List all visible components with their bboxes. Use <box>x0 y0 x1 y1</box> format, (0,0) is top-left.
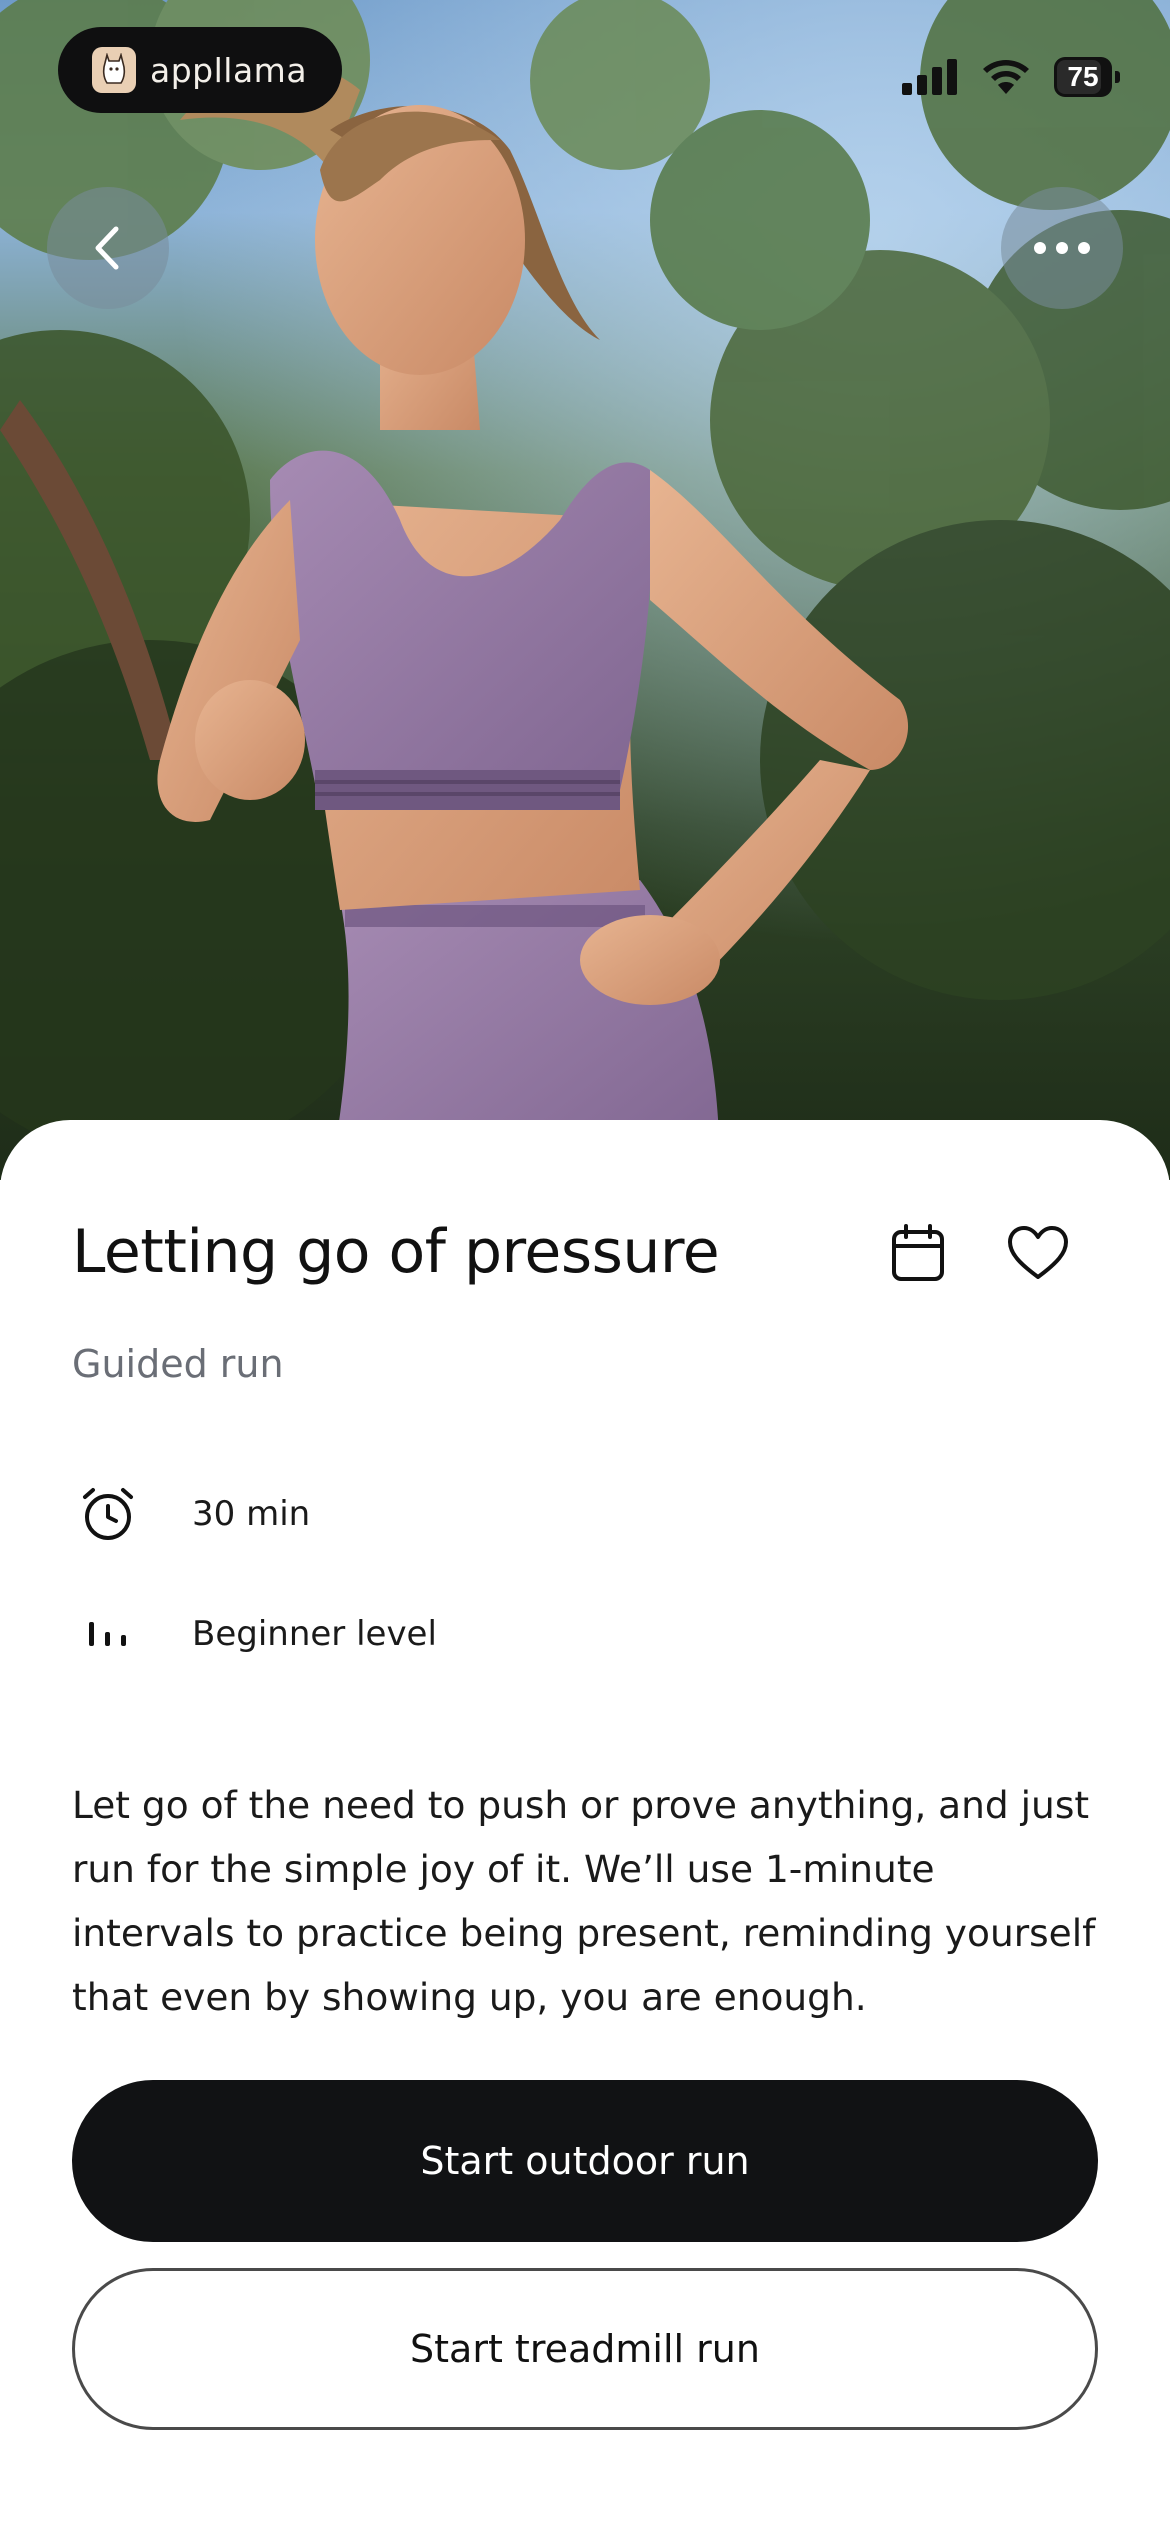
alarm-clock-icon <box>72 1478 144 1550</box>
schedule-button[interactable] <box>878 1213 958 1293</box>
level-row: Beginner level <box>72 1598 437 1670</box>
hero-image <box>0 0 1170 1180</box>
battery-cap <box>1115 71 1120 83</box>
app-indicator-pill: appllama <box>58 27 342 113</box>
battery-icon: 75 <box>1054 57 1120 97</box>
level-bars-icon <box>72 1598 144 1670</box>
workout-detail-screen: appllama 75 Letting go of pressure Guide… <box>0 0 1170 2532</box>
hero-illustration <box>0 0 1170 1180</box>
workout-description: Let go of the need to push or prove anyt… <box>72 1783 1096 2019</box>
workout-type: Guided run <box>72 1342 284 1386</box>
start-treadmill-run-button[interactable]: Start treadmill run <box>72 2268 1098 2430</box>
chevron-left-icon <box>95 226 119 270</box>
cellular-signal-icon <box>902 59 957 95</box>
workout-details-sheet: Letting go of pressure Guided run 30 min… <box>0 1120 1170 2532</box>
level-label: Beginner level <box>192 1614 437 1654</box>
more-options-button[interactable] <box>1001 187 1123 309</box>
status-bar-indicators: 75 <box>902 52 1120 102</box>
back-button[interactable] <box>47 187 169 309</box>
more-dots-icon <box>1034 242 1090 254</box>
llama-logo-icon <box>92 47 136 93</box>
start-outdoor-run-button[interactable]: Start outdoor run <box>72 2080 1098 2242</box>
favorite-button[interactable] <box>998 1213 1078 1293</box>
calendar-icon <box>892 1224 944 1281</box>
app-name-label: appllama <box>150 50 308 90</box>
heart-icon <box>1008 1226 1068 1279</box>
duration-label: 30 min <box>192 1494 311 1534</box>
duration-row: 30 min <box>72 1478 310 1550</box>
workout-title: Letting go of pressure <box>72 1217 720 1287</box>
wifi-icon <box>983 60 1029 94</box>
battery-level: 75 <box>1067 61 1099 92</box>
